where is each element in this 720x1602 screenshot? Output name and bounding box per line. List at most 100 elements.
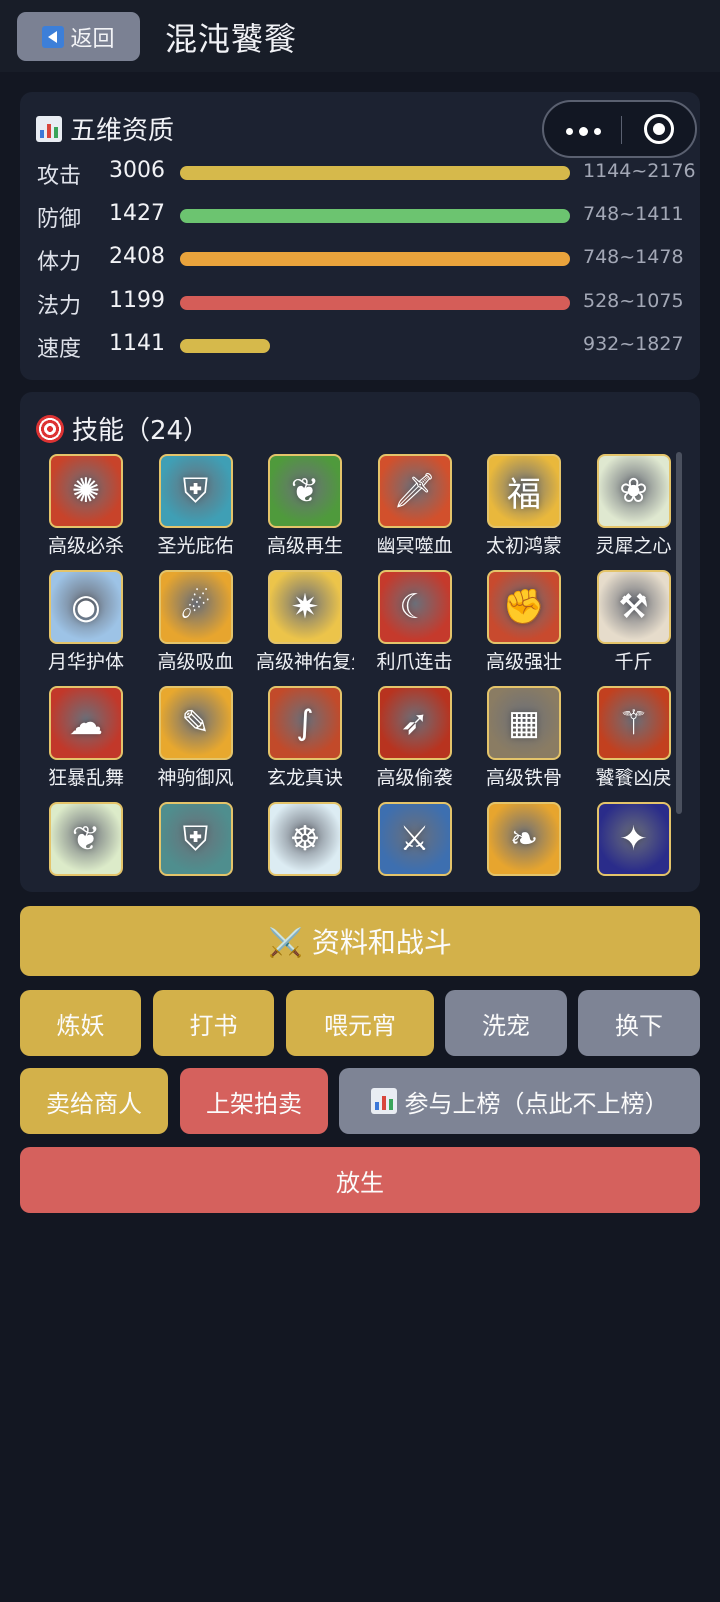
leaf-icon: ❦ [268, 454, 342, 528]
skill-item[interactable]: ☁ 狂暴乱舞 [37, 686, 147, 789]
staff-icon: ∫ [268, 686, 342, 760]
skill-item[interactable]: ⛨ 圣光庇佑 [147, 454, 257, 557]
stat-range: 528~1075 [583, 290, 684, 312]
skill-glyph: ⛨ [182, 819, 209, 859]
stat-range: 932~1827 [583, 333, 684, 355]
more-menu-icon[interactable] [566, 127, 601, 136]
skills-scrollbar[interactable] [676, 452, 682, 814]
stat-bar-track [180, 166, 570, 180]
gauntlet-icon: ✊ [487, 570, 561, 644]
target-icon [36, 414, 64, 443]
skill-item[interactable]: 🗡 幽冥噬血 [366, 454, 476, 557]
crossed-swords-icon: ⚔ [377, 802, 452, 876]
skill-item[interactable]: ❦ 高级再生 [256, 454, 366, 557]
skill-name: 神驹御风 [157, 767, 234, 789]
trident-icon: ⚚ [596, 686, 671, 760]
skill-glyph: ⛨ [182, 471, 209, 511]
skill-glyph: ❦ [290, 471, 320, 511]
skill-item[interactable]: ➶ 高级偷袭 [366, 686, 476, 789]
skills-card: 技能（24） ✺ 高级必杀 ⛨ 圣光庇佑 ❦ 高级再生 🗡 幽冥噬血福太初鸿蒙 ❀ 灵犀之心 ◉ 月华… [20, 392, 700, 892]
page-title: 混沌饕餮 [165, 20, 298, 58]
swap-button[interactable]: 换下 [578, 990, 700, 1056]
stat-value: 2408 [109, 244, 165, 269]
rank-button[interactable]: 参与上榜（点此不上榜） [339, 1068, 700, 1134]
stat-bar-fill [180, 166, 570, 180]
skill-name: 灵犀之心 [595, 535, 672, 557]
skill-item[interactable]: ◉ 月华护体 [37, 570, 147, 673]
skill-glyph: ❀ [619, 471, 648, 511]
feed-button[interactable]: 喂元宵 [286, 990, 434, 1056]
skills-grid: ✺ 高级必杀 ⛨ 圣光庇佑 ❦ 高级再生 🗡 幽冥噬血福太初鸿蒙 ❀ 灵犀之心 ◉ 月华护体 ☄ 高级吸血… [37, 454, 677, 892]
dagger-icon: 🗡 [377, 454, 452, 528]
sell-button[interactable]: 卖给商人 [20, 1068, 168, 1134]
skill-item[interactable]: ✷ 高级神佑复生 [256, 570, 366, 673]
close-target-icon[interactable] [644, 114, 674, 144]
skill-name: 高级必杀 [47, 535, 124, 557]
skill-glyph: ➶ [400, 703, 429, 743]
meditation-icon: ☸ [268, 802, 342, 876]
skill-item[interactable]: ✺ 高级必杀 [37, 454, 147, 557]
stat-bar-fill [180, 339, 270, 353]
skill-name: 高级强壮 [485, 651, 562, 673]
skill-item[interactable]: ⛨ [147, 802, 257, 892]
skill-item[interactable]: ❦ [37, 802, 147, 892]
skill-name: 狂暴乱舞 [47, 767, 124, 789]
stat-bar-track [180, 339, 570, 353]
info-battle-button[interactable]: ⚔️ 资料和战斗 [20, 906, 700, 976]
skill-glyph: ✦ [619, 819, 648, 859]
stat-bar-fill [180, 296, 570, 310]
skill-item[interactable]: ∫ 玄龙真诀 [256, 686, 366, 789]
skill-glyph: ✎ [181, 703, 210, 743]
wash-button[interactable]: 洗宠 [445, 990, 567, 1056]
skill-item[interactable]: ✎ 神驹御风 [147, 686, 257, 789]
stat-bar-fill [180, 252, 570, 266]
stat-bar-track [180, 296, 570, 310]
skill-name: 高级吸血 [157, 651, 234, 673]
skill-name: 饕餮凶戾 [595, 767, 672, 789]
stat-value: 3006 [109, 158, 165, 183]
stat-label: 法力 [37, 294, 82, 319]
skill-item[interactable]: 福太初鸿蒙 [475, 454, 585, 557]
auction-button[interactable]: 上架拍卖 [180, 1068, 328, 1134]
claw-icon: ☾ [377, 570, 452, 644]
stat-range: 748~1478 [583, 246, 684, 268]
skill-glyph: 🗡 [392, 471, 437, 511]
stat-bar-track [180, 209, 570, 223]
skill-item[interactable]: ❧ [475, 802, 585, 892]
bar-chart-icon [370, 1088, 397, 1114]
skill-glyph: ✷ [290, 587, 320, 627]
mini-program-capsule [542, 100, 697, 158]
skill-item[interactable]: ☸ [256, 802, 366, 892]
fury-swirl-icon: ☁ [49, 686, 123, 760]
stat-row: 攻击 3006 1144~2176 [20, 158, 700, 189]
chained-wall-icon: ▦ [487, 686, 561, 760]
skill-item[interactable]: ☄ 高级吸血 [147, 570, 257, 673]
flail-icon: ☄ [158, 570, 233, 644]
skill-glyph: ⚒ [618, 587, 649, 627]
brush-icon: ✎ [158, 686, 233, 760]
skill-item[interactable]: ⚔ [366, 802, 476, 892]
skills-title: 技能（24） [36, 410, 209, 447]
attributes-title: 五维资质 [36, 110, 174, 147]
release-button[interactable]: 放生 [20, 1147, 700, 1213]
skill-item[interactable]: ▦ 高级铁骨 [475, 686, 585, 789]
book-button[interactable]: 打书 [153, 990, 274, 1056]
stat-row: 速度 1141 932~1827 [20, 331, 700, 362]
skill-glyph: ⚚ [618, 703, 649, 743]
back-button[interactable]: 返回 [17, 12, 140, 61]
skill-item[interactable]: ☾ 利爪连击 [366, 570, 476, 673]
refine-button[interactable]: 炼妖 [20, 990, 141, 1056]
stat-label: 体力 [37, 250, 82, 275]
holy-light-icon: ✷ [268, 570, 342, 644]
top-bar: 返回 混沌饕餮 [0, 0, 720, 72]
shield-icon: ⛨ [158, 802, 233, 876]
skill-name: 玄龙真诀 [266, 767, 343, 789]
feather-wreath-icon: ❀ [596, 454, 671, 528]
skill-glyph: 福 [507, 474, 541, 515]
bar-chart-icon [36, 115, 62, 142]
skill-item[interactable]: ✦ [585, 802, 695, 892]
skill-name: 幽冥噬血 [376, 535, 453, 557]
skill-name: 太初鸿蒙 [485, 535, 562, 557]
stat-label: 防御 [37, 207, 82, 232]
skill-item[interactable]: ✊ 高级强壮 [475, 570, 585, 673]
